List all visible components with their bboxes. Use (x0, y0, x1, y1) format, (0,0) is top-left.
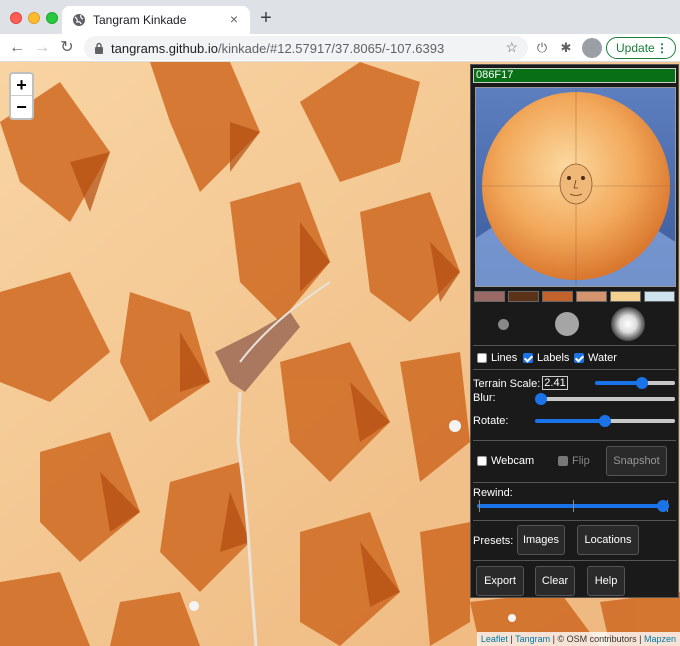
terrain-scale-slider[interactable] (595, 377, 675, 389)
brush-size-selector (471, 307, 680, 341)
browser-toolbar: ← → ↻ tangrams.github.io/kinkade/#12.579… (0, 34, 680, 62)
brush-large[interactable] (611, 307, 645, 341)
divider (473, 369, 676, 370)
bookmark-star-icon[interactable]: ☆ (505, 39, 518, 56)
url-path: /kinkade/#12.57917/37.8065/-107.6393 (217, 41, 445, 56)
swatch-1[interactable] (474, 291, 505, 302)
minimize-window-button[interactable] (28, 12, 40, 24)
swatch-3[interactable] (542, 291, 573, 302)
mapzen-link[interactable]: Mapzen (644, 634, 676, 644)
rewind-slider[interactable] (477, 500, 669, 512)
address-bar[interactable]: tangrams.github.io/kinkade/#12.57917/37.… (84, 36, 528, 60)
brush-medium[interactable] (555, 312, 579, 336)
flip-checkbox[interactable] (558, 456, 568, 466)
close-tab-icon[interactable]: × (226, 11, 242, 27)
water-checkbox[interactable] (574, 353, 584, 363)
tab-title: Tangram Kinkade (93, 13, 187, 27)
rotate-slider[interactable] (535, 415, 675, 427)
flip-label: Flip (572, 455, 590, 467)
menu-dots-icon[interactable]: ⋮ (656, 38, 668, 58)
images-preset-button[interactable]: Images (517, 525, 565, 555)
labels-label: Labels (537, 352, 570, 364)
rewind-label: Rewind: (473, 487, 513, 499)
control-panel: 086F17 Lines Labels Water Terrain Scale:… (470, 64, 679, 598)
divider (473, 482, 676, 483)
palette-swatches (474, 291, 678, 303)
snapshot-button[interactable]: Snapshot (606, 446, 667, 476)
extensions-puzzle-icon[interactable]: ✱ (557, 39, 575, 57)
url-host: tangrams.github.io (111, 41, 218, 56)
rotate-label: Rotate: (473, 415, 509, 427)
presets-label: Presets: (473, 535, 514, 547)
divider (473, 440, 676, 441)
locations-preset-button[interactable]: Locations (577, 525, 639, 555)
url-text: tangrams.github.io/kinkade/#12.57917/37.… (111, 41, 444, 56)
lines-checkbox[interactable] (477, 353, 487, 363)
map-viewport[interactable]: + − Leaflet | Tangram | © OSM contributo… (0, 62, 680, 646)
back-button[interactable]: ← (7, 38, 27, 58)
divider (473, 345, 676, 346)
water-label: Water (588, 352, 617, 364)
update-label: Update (616, 41, 655, 55)
swatch-2[interactable] (508, 291, 539, 302)
map-attribution: Leaflet | Tangram | © OSM contributors |… (476, 632, 680, 646)
reload-button[interactable]: ↻ (57, 38, 77, 58)
hex-color-field[interactable]: 086F17 (473, 68, 676, 83)
rewind-tick (479, 500, 480, 512)
globe-icon (73, 14, 85, 26)
tangram-link[interactable]: Tangram (515, 634, 550, 644)
swatch-4[interactable] (576, 291, 607, 302)
swatch-5[interactable] (610, 291, 641, 302)
webcam-checkbox[interactable] (477, 456, 487, 466)
blur-label: Blur: (473, 392, 496, 404)
divider (473, 560, 676, 561)
power-icon[interactable]: ⏻ (533, 39, 551, 57)
browser-tabbar: Tangram Kinkade × + (0, 0, 680, 34)
help-button[interactable]: Help (587, 566, 625, 596)
terrain-scale-label: Terrain Scale: (473, 378, 541, 390)
labels-checkbox[interactable] (523, 353, 533, 363)
terrain-scale-value[interactable]: 2.41 (542, 376, 568, 390)
rewind-tick (573, 500, 574, 512)
brush-small[interactable] (498, 319, 509, 330)
lock-icon (95, 42, 103, 54)
swatch-6[interactable] (644, 291, 675, 302)
forward-button[interactable]: → (32, 38, 52, 58)
lines-label: Lines (491, 352, 518, 364)
zoom-in-button[interactable]: + (11, 74, 32, 96)
new-tab-button[interactable]: + (256, 8, 276, 29)
update-button[interactable]: Update ⋮ (606, 37, 676, 59)
source-painting[interactable] (475, 87, 676, 287)
profile-avatar[interactable] (582, 38, 602, 58)
zoom-out-button[interactable]: − (11, 96, 32, 118)
clear-button[interactable]: Clear (535, 566, 575, 596)
blur-slider[interactable] (535, 393, 675, 405)
leaflet-link[interactable]: Leaflet (481, 634, 508, 644)
webcam-label: Webcam (491, 455, 535, 467)
close-window-button[interactable] (10, 12, 22, 24)
osm-credit: | © OSM contributors | (550, 634, 644, 644)
painting-image (476, 88, 675, 286)
divider (473, 520, 676, 521)
zoom-control: + − (9, 72, 34, 120)
maximize-window-button[interactable] (46, 12, 58, 24)
export-button[interactable]: Export (476, 566, 524, 596)
browser-tab[interactable]: Tangram Kinkade × (62, 6, 250, 34)
